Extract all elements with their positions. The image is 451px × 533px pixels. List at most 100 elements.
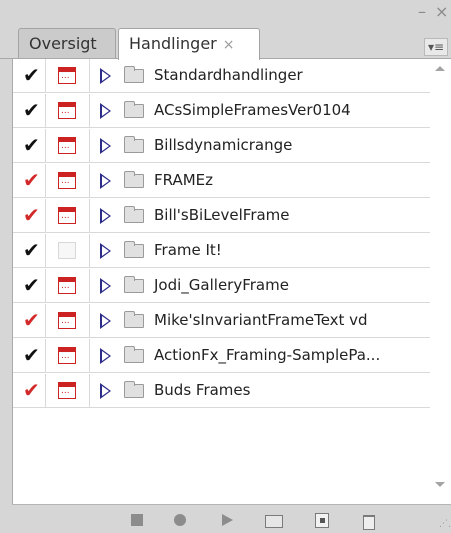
- folder-icon: [124, 381, 144, 398]
- toggle-item-cell[interactable]: ✔: [13, 164, 46, 197]
- minimize-icon[interactable]: –: [418, 4, 426, 20]
- tab-handlinger[interactable]: Handlinger ×: [118, 28, 260, 60]
- dialog-dots: ...: [61, 211, 70, 221]
- dialog-toggle-icon[interactable]: ...: [58, 137, 76, 154]
- toggle-dialog-cell[interactable]: ...: [47, 59, 90, 92]
- expand-triangle-icon[interactable]: [100, 383, 111, 399]
- new-set-icon[interactable]: [265, 512, 283, 528]
- expand-triangle-icon[interactable]: [100, 173, 111, 189]
- toggle-item-cell[interactable]: ✔: [13, 59, 46, 92]
- vertical-scrollbar[interactable]: [430, 59, 451, 504]
- expand-triangle-icon[interactable]: [100, 103, 111, 119]
- expand-triangle-icon[interactable]: [100, 348, 111, 364]
- action-row[interactable]: ✔... Bill'sBiLevelFrame: [13, 199, 431, 233]
- toggle-dialog-cell[interactable]: ...: [47, 269, 90, 302]
- toggle-dialog-cell[interactable]: ...: [47, 164, 90, 197]
- checkmark-icon[interactable]: ✔: [23, 169, 40, 191]
- action-set-label: ACsSimpleFramesVer0104: [154, 101, 351, 119]
- action-row[interactable]: ✔... Standardhandlinger: [13, 59, 431, 93]
- toggle-dialog-cell[interactable]: ...: [47, 129, 90, 162]
- toggle-item-cell[interactable]: ✔: [13, 129, 46, 162]
- folder-icon: [124, 66, 144, 83]
- dialog-toggle-icon[interactable]: ...: [58, 347, 76, 364]
- action-row[interactable]: ✔ Frame It!: [13, 234, 431, 268]
- toggle-item-cell[interactable]: ✔: [13, 234, 46, 267]
- dialog-dots: ...: [61, 106, 70, 116]
- trash-icon[interactable]: [361, 512, 377, 530]
- action-set-label: Standardhandlinger: [154, 66, 303, 84]
- action-set-label: Frame It!: [154, 241, 222, 259]
- dialog-toggle-icon[interactable]: ...: [58, 312, 76, 329]
- play-icon[interactable]: [220, 512, 236, 528]
- dialog-toggle-icon[interactable]: ...: [58, 207, 76, 224]
- dialog-dots: ...: [61, 281, 70, 291]
- tab-label: Handlinger: [129, 34, 217, 53]
- dialog-toggle-icon[interactable]: ...: [58, 172, 76, 189]
- action-row[interactable]: ✔... Mike'sInvariantFrameText vd: [13, 304, 431, 338]
- actions-toolbar: ⋰⋰: [12, 504, 451, 533]
- dialog-dots: ...: [61, 71, 70, 81]
- checkmark-icon[interactable]: ✔: [23, 239, 40, 261]
- checkmark-icon[interactable]: ✔: [23, 379, 40, 401]
- action-set-label: FRAMEz: [154, 171, 213, 189]
- checkmark-icon[interactable]: ✔: [23, 99, 40, 121]
- action-set-label: ActionFx_Framing-SamplePa...: [154, 346, 381, 364]
- dialog-toggle-icon[interactable]: ...: [58, 67, 76, 84]
- panel-menu-icon[interactable]: ▾≡: [424, 38, 448, 56]
- dialog-toggle-empty-icon[interactable]: [58, 242, 76, 259]
- toggle-item-cell[interactable]: ✔: [13, 304, 46, 337]
- tab-oversigt[interactable]: Oversigt: [18, 28, 116, 59]
- checkmark-icon[interactable]: ✔: [23, 274, 40, 296]
- action-row[interactable]: ✔... ActionFx_Framing-SamplePa...: [13, 339, 431, 373]
- expand-triangle-icon[interactable]: [100, 243, 111, 259]
- folder-icon: [124, 311, 144, 328]
- checkmark-icon[interactable]: ✔: [23, 64, 40, 86]
- toggle-dialog-cell[interactable]: ...: [47, 374, 90, 407]
- action-row[interactable]: ✔... Billsdynamicrange: [13, 129, 431, 163]
- resize-grip-icon[interactable]: ⋰⋰: [439, 520, 451, 529]
- expand-triangle-icon[interactable]: [100, 313, 111, 329]
- scroll-up-icon[interactable]: [435, 66, 445, 71]
- toggle-dialog-cell[interactable]: [47, 234, 90, 267]
- dialog-toggle-icon[interactable]: ...: [58, 277, 76, 294]
- stop-icon[interactable]: [130, 512, 146, 528]
- toggle-dialog-cell[interactable]: ...: [47, 199, 90, 232]
- expand-triangle-icon[interactable]: [100, 68, 111, 84]
- tab-label: Oversigt: [29, 34, 97, 53]
- action-row[interactable]: ✔... Jodi_GalleryFrame: [13, 269, 431, 303]
- toggle-dialog-cell[interactable]: ...: [47, 339, 90, 372]
- action-set-label: Bill'sBiLevelFrame: [154, 206, 290, 224]
- expand-triangle-icon[interactable]: [100, 278, 111, 294]
- checkmark-icon[interactable]: ✔: [23, 204, 40, 226]
- action-set-label: Mike'sInvariantFrameText vd: [154, 311, 368, 329]
- action-row[interactable]: ✔... ACsSimpleFramesVer0104: [13, 94, 431, 128]
- dialog-dots: ...: [61, 351, 70, 361]
- toggle-item-cell[interactable]: ✔: [13, 94, 46, 127]
- expand-triangle-icon[interactable]: [100, 138, 111, 154]
- record-icon[interactable]: [173, 512, 189, 528]
- folder-icon: [124, 276, 144, 293]
- toggle-item-cell[interactable]: ✔: [13, 269, 46, 302]
- action-row[interactable]: ✔... FRAMEz: [13, 164, 431, 198]
- close-icon[interactable]: ×: [223, 37, 235, 53]
- dialog-toggle-icon[interactable]: ...: [58, 382, 76, 399]
- dialog-toggle-icon[interactable]: ...: [58, 102, 76, 119]
- checkmark-icon[interactable]: ✔: [23, 134, 40, 156]
- new-action-icon[interactable]: [314, 512, 330, 528]
- expand-triangle-icon[interactable]: [100, 208, 111, 224]
- action-row[interactable]: ✔... Buds Frames: [13, 374, 431, 408]
- toggle-item-cell[interactable]: ✔: [13, 374, 46, 407]
- close-icon[interactable]: ×: [435, 4, 448, 20]
- checkmark-icon[interactable]: ✔: [23, 309, 40, 331]
- toggle-item-cell[interactable]: ✔: [13, 339, 46, 372]
- dialog-dots: ...: [61, 176, 70, 186]
- dialog-dots: ...: [61, 386, 70, 396]
- folder-icon: [124, 346, 144, 363]
- scroll-down-icon[interactable]: [435, 482, 445, 487]
- toggle-item-cell[interactable]: ✔: [13, 199, 46, 232]
- toggle-dialog-cell[interactable]: ...: [47, 94, 90, 127]
- actions-list: ✔... Standardhandlinger ✔... ACsSimpleFrame…: [12, 59, 451, 504]
- action-set-label: Jodi_GalleryFrame: [154, 276, 289, 294]
- checkmark-icon[interactable]: ✔: [23, 344, 40, 366]
- toggle-dialog-cell[interactable]: ...: [47, 304, 90, 337]
